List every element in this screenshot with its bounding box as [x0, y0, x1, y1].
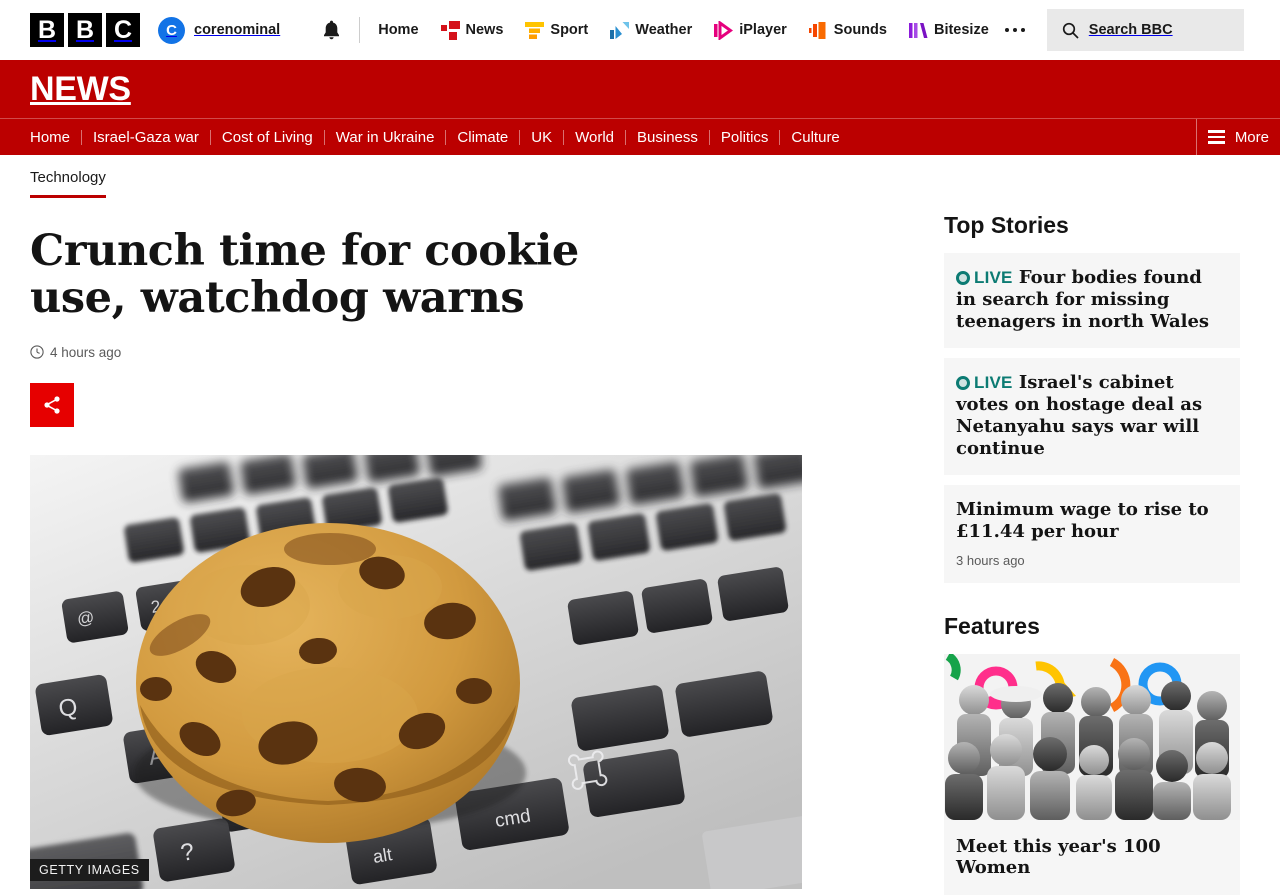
news-brand-title[interactable]: NEWS [30, 72, 131, 106]
news-subnav-list: Home Israel-Gaza war Cost of Living War … [30, 129, 851, 145]
subnav-item-business[interactable]: Business [625, 129, 709, 145]
article-hero-image: @ 2 3 Q A [30, 454, 802, 889]
share-button[interactable] [30, 382, 74, 427]
feature-caption-1: Meet this year's 100 Women [956, 835, 1161, 878]
subnav-item-climate[interactable]: Climate [445, 129, 519, 145]
more-menu-button[interactable] [1004, 28, 1025, 32]
notifications-button[interactable] [322, 19, 341, 41]
subnav-link-uk[interactable]: UK [520, 130, 563, 145]
news-subnav: Home Israel-Gaza war Cost of Living War … [0, 119, 1280, 155]
image-credit: GETTY IMAGES [30, 858, 149, 881]
subnav-link-cost-of-living[interactable]: Cost of Living [211, 130, 324, 145]
hundred-women-photo [944, 653, 1240, 820]
search-icon [1062, 22, 1079, 39]
sport-icon [525, 21, 545, 39]
bbc-logo[interactable]: B B C [30, 13, 140, 47]
iplayer-icon [714, 20, 734, 40]
news-masthead: NEWS [0, 60, 1280, 118]
top-story-item-3[interactable]: Minimum wage to rise to £11.44 per hour … [944, 484, 1240, 583]
subnav-item-uk[interactable]: UK [519, 129, 563, 145]
bell-icon [324, 20, 340, 40]
subnav-more-label: More [1234, 128, 1269, 146]
global-nav-label-sounds: Sounds [833, 22, 887, 38]
search-input[interactable]: Search BBC [1046, 9, 1244, 51]
global-bbc-bar: B B C C corenominal Home News Sport Weat… [0, 0, 1280, 60]
global-nav-label-bitesize: Bitesize [933, 22, 989, 38]
nav-item-bitesize[interactable]: Bitesize [908, 21, 989, 40]
nav-item-sport[interactable]: Sport [525, 21, 588, 40]
article-timestamp: 4 hours ago [30, 345, 802, 360]
nav-item-sounds[interactable]: Sounds [808, 21, 887, 40]
subnav-item-home[interactable]: Home [30, 130, 81, 145]
global-nav-label-sport: Sport [550, 22, 589, 38]
right-rail: Top Stories LIVE Four bodies found in se… [944, 198, 1240, 895]
article-column: Crunch time for cookie use, watchdog war… [30, 198, 802, 895]
feature-card-1[interactable]: Meet this year's 100 Women [944, 653, 1240, 895]
global-nav-label-news: News [465, 22, 504, 38]
subnav-link-culture[interactable]: Culture [780, 130, 850, 145]
subnav-link-israel-gaza-war[interactable]: Israel-Gaza war [82, 130, 210, 145]
live-badge-1: LIVE [956, 268, 1013, 287]
subnav-item-cost-of-living[interactable]: Cost of Living [209, 129, 324, 145]
nav-item-home[interactable]: Home [378, 22, 418, 38]
ellipsis-icon-dot-1 [1004, 28, 1009, 32]
news-icon [440, 20, 460, 40]
page-body: Crunch time for cookie use, watchdog war… [0, 198, 1280, 895]
global-nav-label-iplayer: iPlayer [739, 22, 787, 38]
avatar: C [158, 16, 185, 44]
bitesize-icon [908, 22, 928, 38]
page-title: Crunch time for cookie use, watchdog war… [30, 226, 579, 324]
subnav-item-world[interactable]: World [563, 129, 625, 145]
top-story-title-2: LIVE Israel's cabinet votes on hostage d… [956, 372, 1228, 460]
top-story-title-3: Minimum wage to rise to £11.44 per hour [956, 498, 1209, 542]
live-ring-icon [956, 271, 970, 285]
top-story-title-1: LIVE Four bodies found in search for mis… [956, 267, 1228, 333]
subnav-more-button[interactable]: More [1195, 119, 1280, 155]
live-ring-icon [956, 375, 970, 390]
features-heading: Features [944, 612, 1040, 639]
clock-icon [30, 345, 44, 359]
cookie-on-keyboard-photo: @ 2 3 Q A [30, 454, 802, 889]
global-nav-label-weather: Weather [635, 22, 693, 38]
top-stories-heading: Top Stories [944, 212, 1069, 238]
subnav-item-politics[interactable]: Politics [708, 129, 780, 145]
tab-technology[interactable]: Technology [30, 169, 106, 198]
global-nav: Home News Sport Weather iPlayer Sounds B… [378, 20, 989, 40]
bbc-logo-letter-2: B [68, 13, 102, 47]
nav-item-weather[interactable]: Weather [610, 21, 692, 40]
share-icon [44, 395, 60, 414]
search-label: Search BBC [1088, 22, 1173, 38]
subnav-link-home[interactable]: Home [30, 130, 81, 145]
subnav-item-israel-gaza-war[interactable]: Israel-Gaza war [81, 129, 210, 145]
subnav-item-culture[interactable]: Culture [779, 129, 850, 145]
subnav-link-politics[interactable]: Politics [710, 130, 780, 145]
top-story-item-2[interactable]: LIVE Israel's cabinet votes on hostage d… [944, 357, 1240, 475]
section-tab-bar: Technology [0, 155, 1280, 198]
live-badge-2: LIVE [956, 373, 1013, 392]
global-nav-label-home: Home [378, 22, 419, 38]
account-link[interactable]: C corenominal [158, 16, 281, 44]
ellipsis-icon-dot-3 [1020, 28, 1025, 32]
svg-text:alt: alt [371, 844, 393, 867]
ellipsis-icon-dot-2 [1012, 28, 1017, 32]
top-story-item-1[interactable]: LIVE Four bodies found in search for mis… [944, 253, 1240, 348]
divider [359, 17, 361, 43]
subnav-link-business[interactable]: Business [626, 130, 709, 145]
article-timestamp-text: 4 hours ago [50, 344, 122, 360]
weather-icon [610, 21, 630, 39]
bbc-logo-letter-1: B [30, 13, 64, 47]
subnav-link-climate[interactable]: Climate [446, 130, 519, 145]
sounds-icon [808, 21, 826, 39]
nav-item-news[interactable]: News [440, 20, 504, 40]
svg-text:@: @ [76, 607, 96, 628]
hamburger-icon [1207, 130, 1225, 144]
top-story-time-3: 3 hours ago [956, 552, 1025, 568]
subnav-item-war-in-ukraine[interactable]: War in Ukraine [323, 129, 446, 145]
nav-item-iplayer[interactable]: iPlayer [714, 20, 787, 40]
bbc-logo-letter-3: C [106, 13, 140, 47]
subnav-link-world[interactable]: World [564, 130, 625, 145]
account-name: corenominal [194, 22, 281, 38]
feature-image-1 [944, 653, 1240, 820]
subnav-link-war-in-ukraine[interactable]: War in Ukraine [325, 130, 446, 145]
